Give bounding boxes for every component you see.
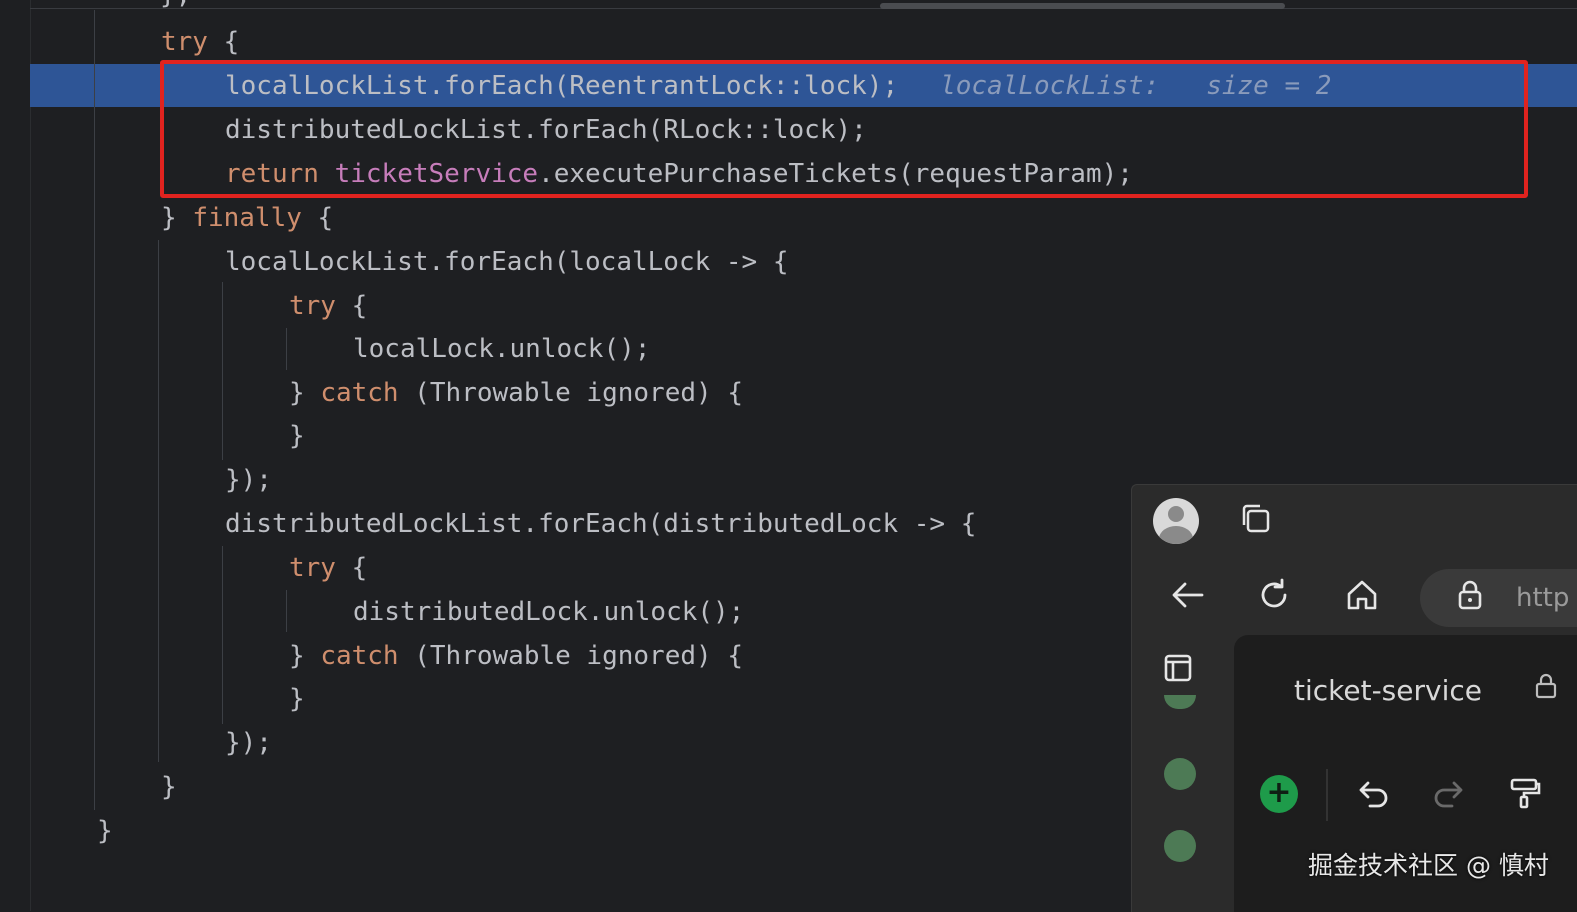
url-text[interactable]: http — [1516, 581, 1569, 615]
keyword-catch: catch — [320, 641, 399, 671]
previous-line-fragment: }, — [160, 0, 191, 10]
code-line[interactable]: distributedLockList.forEach(distributedL… — [225, 502, 976, 546]
panel-title: ticket-service — [1294, 674, 1482, 707]
paint-brush-icon[interactable] — [1502, 775, 1546, 815]
code-line[interactable]: try { — [289, 546, 367, 590]
code-line[interactable]: localLock.unlock(); — [353, 327, 650, 371]
code-text: } — [289, 641, 321, 671]
code-text: distributedLock.unlock(); — [353, 597, 745, 627]
code-text: localLock.unlock(); — [353, 334, 651, 364]
code-line[interactable]: }); — [225, 458, 272, 502]
refresh-icon[interactable] — [1252, 577, 1296, 617]
home-icon[interactable] — [1340, 577, 1384, 617]
horizontal-scrollbar[interactable] — [880, 3, 1285, 9]
code-text: } — [289, 378, 321, 408]
code-text: (Throwable ignored) { — [398, 641, 743, 671]
add-icon[interactable]: + — [1260, 775, 1298, 813]
indent-guide — [222, 282, 223, 460]
lock-icon[interactable] — [1448, 577, 1492, 617]
indent-guide — [286, 590, 287, 632]
code-line[interactable]: } — [289, 677, 305, 721]
code-line[interactable]: localLockList.forEach(localLock -> { — [225, 240, 789, 284]
redo-icon[interactable] — [1426, 775, 1470, 815]
code-line[interactable]: } — [289, 414, 305, 458]
keyword-finally: finally — [192, 203, 302, 233]
code-text: } — [289, 421, 305, 451]
code-line[interactable]: try { — [289, 284, 367, 328]
avatar-icon[interactable] — [1153, 498, 1199, 544]
editor-top-border — [30, 8, 1577, 9]
code-text: { — [207, 27, 240, 57]
tabs-icon[interactable] — [1234, 501, 1278, 541]
indent-guide — [286, 328, 287, 370]
sidebar-app-icon[interactable] — [1164, 830, 1196, 862]
code-line[interactable]: } catch (Throwable ignored) { — [289, 634, 743, 678]
code-line[interactable]: } finally { — [161, 196, 333, 240]
keyword-try: try — [289, 291, 336, 321]
indent-guide — [222, 546, 223, 724]
undo-icon[interactable] — [1352, 775, 1396, 815]
code-line[interactable]: }); — [225, 721, 272, 765]
code-text: distributedLockList.forEach(distributedL… — [225, 509, 977, 539]
code-line[interactable]: distributedLock.unlock(); — [353, 590, 744, 634]
code-line[interactable]: } — [97, 809, 113, 853]
code-line[interactable]: } — [161, 765, 177, 809]
indent-guide — [158, 240, 159, 762]
code-text: } — [289, 684, 305, 714]
indent-guide — [94, 10, 95, 810]
code-text: } — [161, 203, 193, 233]
keyword-catch: catch — [320, 378, 399, 408]
sidebar-panel-icon[interactable] — [1156, 651, 1200, 691]
code-text: }); — [225, 728, 272, 758]
code-text: { — [335, 553, 368, 583]
sidebar-app-icon[interactable] — [1164, 758, 1196, 790]
keyword-try: try — [161, 27, 208, 57]
sidebar-app-icon[interactable] — [1164, 695, 1196, 709]
code-text: { — [335, 291, 368, 321]
code-line[interactable]: try { — [161, 20, 239, 64]
editor-gutter — [0, 0, 31, 911]
code-text: (Throwable ignored) { — [398, 378, 743, 408]
code-text: localLockList.forEach(localLock -> { — [225, 247, 789, 277]
keyword-try: try — [289, 553, 336, 583]
code-text: } — [97, 816, 113, 846]
code-text: }); — [225, 465, 272, 495]
back-arrow-icon[interactable] — [1166, 577, 1210, 617]
code-text: } — [161, 772, 177, 802]
code-line[interactable]: } catch (Throwable ignored) { — [289, 371, 743, 415]
lock-small-icon[interactable] — [1524, 671, 1568, 711]
toolbar-divider — [1326, 769, 1328, 821]
watermark: 掘金技术社区 @ 慎村 — [1308, 851, 1549, 880]
code-text: { — [301, 203, 334, 233]
annotation-highlight-box — [160, 60, 1528, 198]
